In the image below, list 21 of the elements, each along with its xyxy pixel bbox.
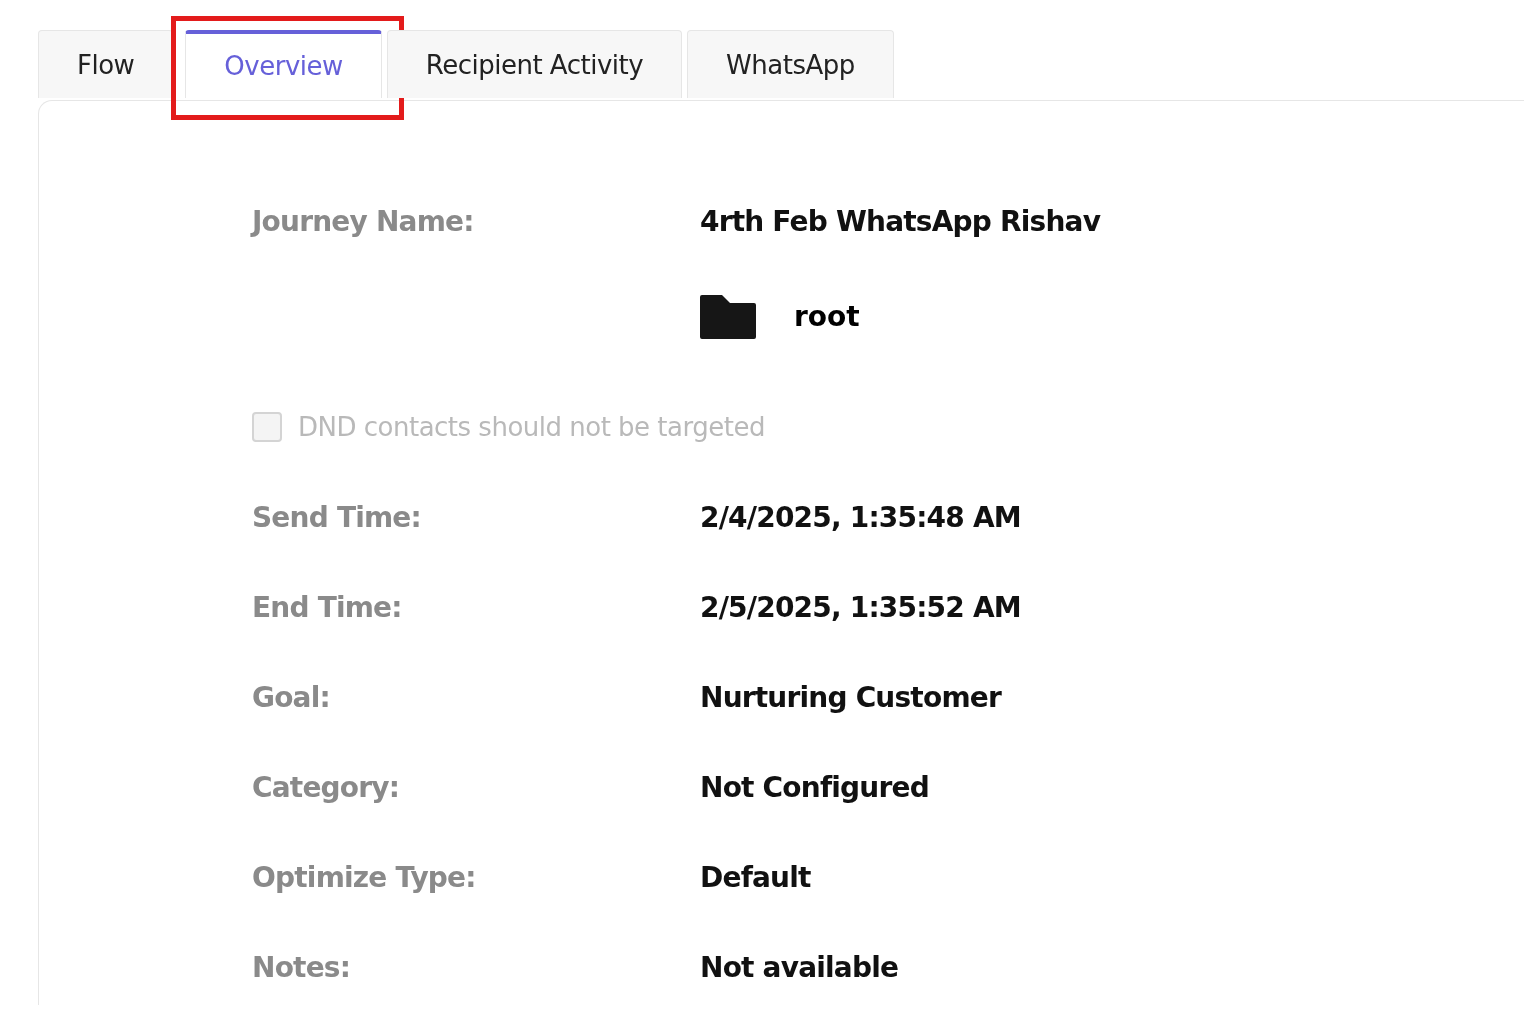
folder-icon	[700, 293, 756, 339]
folder-name: root	[794, 299, 860, 333]
tab[interactable]: Overview	[185, 30, 382, 98]
field-label: Journey Name:	[252, 204, 475, 238]
field-value: Default	[700, 860, 812, 894]
tab[interactable]: WhatsApp	[687, 30, 894, 98]
field-value: Not available	[700, 950, 900, 984]
field-value: 2/4/2025, 1:35:48 AM	[700, 500, 1022, 534]
tab[interactable]: Recipient Activity	[386, 30, 683, 98]
field-label: Category:	[252, 770, 401, 804]
field-label: End Time:	[252, 590, 403, 624]
field-label: Goal:	[252, 680, 331, 714]
field-value: Not Configured	[700, 770, 930, 804]
field-label: Optimize Type:	[252, 860, 477, 894]
field-label: Send Time:	[252, 500, 422, 534]
checkbox-label: DND contacts should not be targeted	[298, 412, 765, 442]
tab[interactable]: Flow	[38, 30, 174, 98]
field-value: 2/5/2025, 1:35:52 AM	[700, 590, 1022, 624]
field-label: Notes:	[252, 950, 352, 984]
field-value: Nurturing Customer	[700, 680, 1003, 714]
field-value: 4rth Feb WhatsApp Rishav	[700, 204, 1102, 238]
